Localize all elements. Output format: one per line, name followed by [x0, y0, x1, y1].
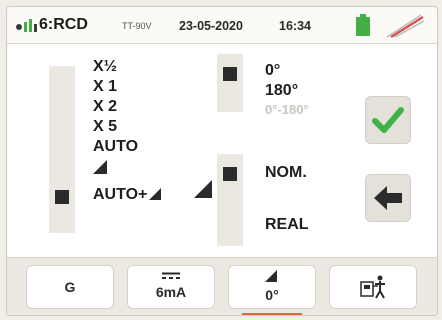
- current-key-label: 6mA: [155, 284, 187, 300]
- left-arrow-icon: [374, 186, 402, 210]
- checkmark-icon: [372, 107, 404, 133]
- multiplier-slider-track[interactable]: [49, 66, 75, 233]
- mode-option-real[interactable]: REAL: [265, 216, 309, 234]
- slash-icon: [386, 14, 425, 39]
- phase-option-180[interactable]: 180°: [265, 82, 298, 100]
- ramp-icon: [93, 160, 107, 174]
- instrument-screen: 6:RCD TT-90V 23-05-2020 16:34 X½ X 1 X 2…: [6, 6, 438, 316]
- mode-option-nominal[interactable]: NOM.: [265, 164, 307, 182]
- ground-key-label: G: [64, 279, 76, 295]
- mode-slider-marker[interactable]: [223, 167, 237, 181]
- phase-key-label: 0°: [265, 287, 279, 303]
- back-button[interactable]: [365, 174, 411, 222]
- phase-option-0-180: 0°-180°: [265, 102, 309, 117]
- multiplier-option-x5[interactable]: X 5: [93, 118, 117, 136]
- network-type: TT-90V: [122, 21, 152, 31]
- settings-panel: X½ X 1 X 2 X 5 AUTO AUTO+ 0° 180° 0°-180…: [7, 44, 437, 254]
- multiplier-option-auto[interactable]: AUTO: [93, 138, 138, 156]
- test-setup-key[interactable]: [329, 265, 417, 309]
- dc-symbol-icon: [162, 272, 180, 279]
- ramp-icon-large: [194, 180, 212, 198]
- current-key[interactable]: 6mA: [127, 265, 215, 309]
- multiplier-slider-marker[interactable]: [55, 190, 69, 204]
- ramp-icon-small: [149, 188, 162, 200]
- selected-key-indicator: [242, 313, 302, 315]
- time-display: 16:34: [279, 19, 311, 33]
- phase-option-0[interactable]: 0°: [265, 62, 280, 80]
- multiplier-option-x2[interactable]: X 2: [93, 98, 117, 116]
- status-header: 6:RCD TT-90V 23-05-2020 16:34: [7, 7, 437, 44]
- multiplier-option-x1[interactable]: X 1: [93, 78, 117, 96]
- phase-slider-marker[interactable]: [223, 67, 237, 81]
- auto-plus-label: AUTO+: [93, 186, 148, 203]
- ramp-icon: [265, 270, 277, 282]
- ground-key[interactable]: G: [26, 265, 114, 309]
- mode-title: 6:RCD: [39, 16, 88, 33]
- phase-slider-track[interactable]: [217, 54, 243, 112]
- soft-key-bar: G 6mA 0°: [7, 257, 437, 315]
- test-setup-icon: [360, 275, 385, 299]
- multiplier-option-ramp[interactable]: [93, 160, 107, 178]
- multiplier-option-half[interactable]: X½: [93, 58, 117, 76]
- confirm-button[interactable]: [365, 96, 411, 144]
- date-display: 23-05-2020: [179, 19, 243, 33]
- rcd-test-icon: [16, 19, 37, 32]
- multiplier-option-auto-plus[interactable]: AUTO+: [93, 186, 162, 204]
- battery-icon: [356, 14, 370, 36]
- phase-key[interactable]: 0°: [228, 265, 316, 315]
